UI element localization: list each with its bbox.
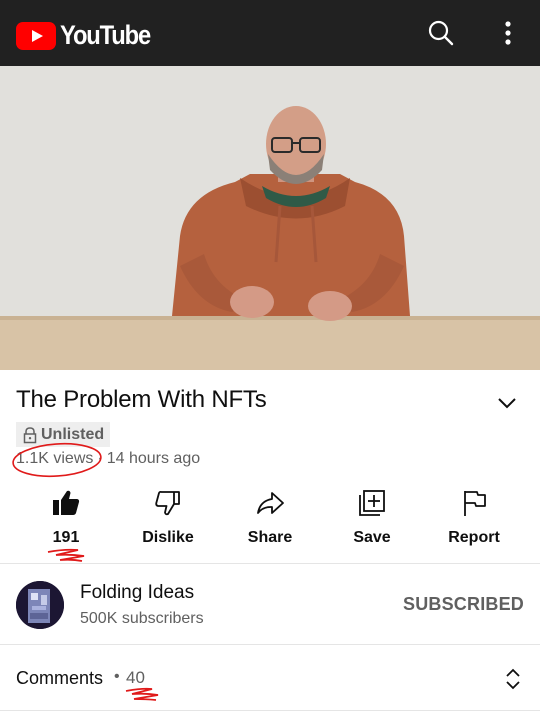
subscriber-count: 500K subscribers: [80, 610, 204, 627]
privacy-badge: Unlisted: [16, 422, 111, 447]
logo-text: YouTube: [60, 20, 151, 50]
video-meta: 1.1K views · 14 hours ago: [16, 450, 200, 468]
meta-separator: ·: [97, 450, 103, 467]
comments-separator: •: [114, 668, 120, 685]
channel-avatar[interactable]: [16, 581, 64, 629]
youtube-logo[interactable]: YouTube: [16, 20, 162, 51]
youtube-play-icon: [16, 21, 56, 50]
flag-icon: [459, 486, 489, 520]
subscribed-button[interactable]: SUBSCRIBED: [403, 594, 524, 615]
upload-time: 14 hours ago: [106, 450, 201, 467]
expand-collapse-icon[interactable]: [502, 666, 524, 692]
divider: [0, 710, 540, 711]
channel-row[interactable]: Folding Ideas 500K subscribers SUBSCRIBE…: [0, 565, 540, 643]
chevron-down-icon[interactable]: [494, 392, 520, 414]
more-vert-icon[interactable]: [493, 18, 523, 48]
comments-section[interactable]: Comments • 40: [0, 646, 540, 710]
divider: [0, 644, 540, 645]
action-bar: 191 Dislike Share Save Report: [0, 486, 540, 552]
lock-icon: [23, 426, 37, 443]
share-button[interactable]: Share: [220, 486, 320, 552]
search-icon[interactable]: [426, 18, 456, 48]
playlist-add-icon: [357, 486, 387, 520]
divider: [0, 563, 540, 564]
comments-label: Comments: [16, 668, 104, 688]
like-button[interactable]: 191: [16, 486, 116, 552]
privacy-badge-label: Unlisted: [41, 425, 105, 443]
dislike-button[interactable]: Dislike: [118, 486, 218, 552]
report-label: Report: [448, 529, 500, 546]
comments-count: 40: [126, 668, 145, 687]
like-count: 191: [52, 529, 80, 546]
video-title[interactable]: The Problem With NFTs: [16, 386, 267, 414]
save-button[interactable]: Save: [322, 486, 422, 552]
video-player[interactable]: [0, 66, 540, 370]
dislike-label: Dislike: [142, 529, 194, 546]
share-label: Share: [247, 529, 293, 546]
thumbs-up-icon: [51, 486, 81, 520]
app-header: YouTube: [0, 0, 540, 66]
video-frame-illustration: [0, 66, 540, 370]
report-button[interactable]: Report: [424, 486, 524, 552]
channel-name[interactable]: Folding Ideas: [80, 582, 194, 604]
view-count: 1.1K views: [16, 450, 94, 467]
save-label: Save: [353, 529, 391, 546]
thumbs-down-icon: [153, 486, 183, 520]
share-arrow-icon: [255, 486, 285, 520]
